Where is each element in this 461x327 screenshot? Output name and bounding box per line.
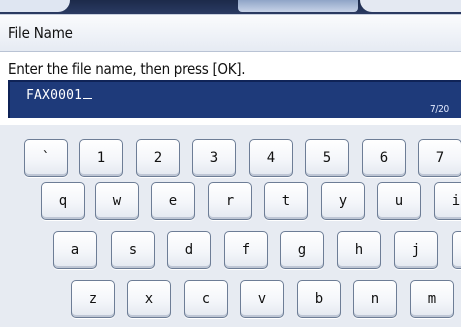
key-f[interactable]: f: [224, 231, 268, 269]
key-label: 3: [209, 150, 219, 166]
key-label: c: [201, 291, 211, 307]
key-h[interactable]: h: [337, 231, 381, 269]
key-7[interactable]: 7: [418, 139, 461, 177]
key-x[interactable]: x: [127, 280, 171, 318]
key-v[interactable]: v: [240, 280, 284, 318]
key-label: 7: [435, 150, 445, 166]
key-i[interactable]: i: [434, 182, 461, 220]
instruction-text: Enter the file name, then press [OK].: [8, 60, 246, 78]
key-1[interactable]: 1: [79, 139, 123, 177]
key-r[interactable]: r: [208, 182, 252, 220]
top-strip: [0, 0, 461, 14]
title-bar: File Name: [0, 14, 461, 52]
key-6[interactable]: 6: [362, 139, 406, 177]
file-name-text: FAX0001: [26, 88, 83, 103]
key-label: m: [427, 291, 437, 307]
file-name-screen: File Name Enter the file name, then pres…: [0, 0, 461, 327]
key-backtick[interactable]: `: [24, 139, 68, 177]
top-tab-center: [238, 0, 358, 12]
key-label: z: [88, 291, 98, 307]
key-label: g: [297, 242, 307, 258]
key-y[interactable]: y: [321, 182, 365, 220]
key-label: e: [168, 193, 178, 209]
key-a[interactable]: a: [53, 231, 97, 269]
key-label: d: [184, 242, 194, 258]
key-s[interactable]: s: [111, 231, 155, 269]
key-label: u: [394, 193, 404, 209]
key-label: 6: [379, 150, 389, 166]
key-b[interactable]: b: [297, 280, 341, 318]
key-label: j: [411, 242, 421, 258]
key-label: n: [370, 291, 380, 307]
key-label: r: [225, 193, 235, 209]
key-label: s: [128, 242, 138, 258]
key-z[interactable]: z: [71, 280, 115, 318]
key-2[interactable]: 2: [136, 139, 180, 177]
key-4[interactable]: 4: [249, 139, 293, 177]
key-q[interactable]: q: [41, 182, 85, 220]
key-u[interactable]: u: [377, 182, 421, 220]
key-label: q: [58, 193, 68, 209]
key-g[interactable]: g: [280, 231, 324, 269]
top-tab-right: [360, 0, 461, 12]
key-t[interactable]: t: [264, 182, 308, 220]
key-label: v: [257, 291, 267, 307]
file-name-value: FAX0001: [26, 88, 93, 103]
key-label: h: [354, 242, 364, 258]
key-label: i: [451, 193, 461, 209]
key-label: a: [70, 242, 80, 258]
character-count: 7/20: [429, 104, 449, 115]
page-title: File Name: [8, 24, 73, 42]
soft-keyboard: ` 1 2 3 4 5 6 7 q w e r t y u i a s d f …: [0, 125, 461, 327]
key-label: f: [241, 242, 251, 258]
key-3[interactable]: 3: [192, 139, 236, 177]
key-n[interactable]: n: [353, 280, 397, 318]
key-j[interactable]: j: [394, 231, 438, 269]
key-label: 2: [153, 150, 163, 166]
key-label: y: [338, 193, 348, 209]
key-label: 5: [322, 150, 332, 166]
key-label: w: [112, 193, 122, 209]
key-label: `: [41, 150, 51, 166]
key-w[interactable]: w: [95, 182, 139, 220]
key-label: b: [314, 291, 324, 307]
key-d[interactable]: d: [167, 231, 211, 269]
key-c[interactable]: c: [184, 280, 228, 318]
file-name-input[interactable]: FAX0001 7/20: [8, 80, 461, 118]
text-cursor: [83, 98, 93, 99]
key-label: 4: [266, 150, 276, 166]
top-tab-left: [0, 0, 70, 12]
key-label: x: [144, 291, 154, 307]
key-k[interactable]: k: [452, 231, 461, 269]
key-label: 1: [96, 150, 106, 166]
key-e[interactable]: e: [151, 182, 195, 220]
key-5[interactable]: 5: [305, 139, 349, 177]
key-label: t: [281, 193, 291, 209]
key-m[interactable]: m: [410, 280, 454, 318]
